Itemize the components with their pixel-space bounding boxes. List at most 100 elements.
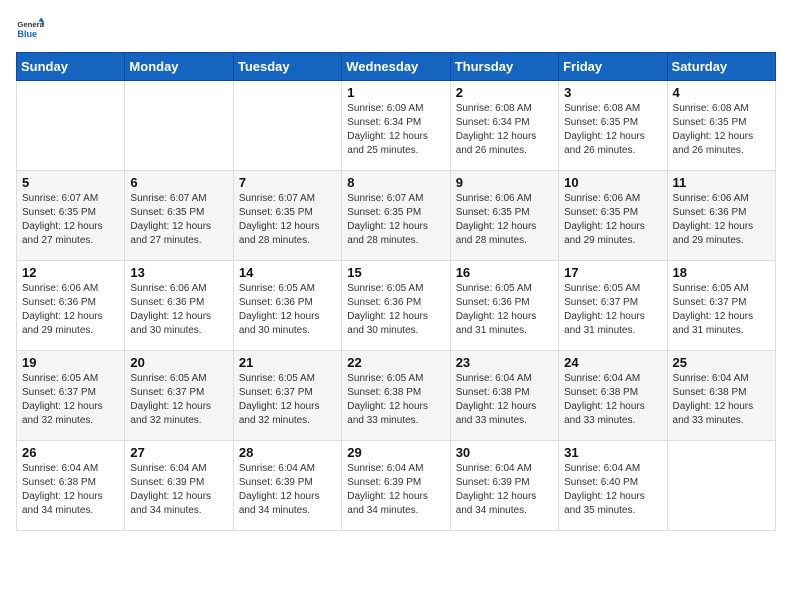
calendar-week-row: 26 Sunrise: 6:04 AM Sunset: 6:38 PM Dayli… xyxy=(17,441,776,531)
cell-content: Sunrise: 6:05 AM Sunset: 6:37 PM Dayligh… xyxy=(673,282,770,338)
weekday-header-row: SundayMondayTuesdayWednesdayThursdayFrid… xyxy=(17,53,776,81)
calendar-body: 1 Sunrise: 6:09 AM Sunset: 6:34 PM Daylig… xyxy=(17,81,776,531)
day-number: 20 xyxy=(130,355,227,370)
cell-content: Sunrise: 6:04 AM Sunset: 6:38 PM Dayligh… xyxy=(564,372,661,428)
day-number: 11 xyxy=(673,175,770,190)
day-number: 27 xyxy=(130,445,227,460)
cell-content: Sunrise: 6:05 AM Sunset: 6:38 PM Dayligh… xyxy=(347,372,444,428)
cell-content: Sunrise: 6:07 AM Sunset: 6:35 PM Dayligh… xyxy=(239,192,336,248)
cell-content: Sunrise: 6:05 AM Sunset: 6:37 PM Dayligh… xyxy=(22,372,119,428)
cell-content: Sunrise: 6:07 AM Sunset: 6:35 PM Dayligh… xyxy=(22,192,119,248)
cell-content: Sunrise: 6:06 AM Sunset: 6:36 PM Dayligh… xyxy=(673,192,770,248)
calendar-cell: 20 Sunrise: 6:05 AM Sunset: 6:37 PM Dayli… xyxy=(125,351,233,441)
calendar-cell: 18 Sunrise: 6:05 AM Sunset: 6:37 PM Dayli… xyxy=(667,261,775,351)
weekday-header-thursday: Thursday xyxy=(450,53,558,81)
calendar-cell: 14 Sunrise: 6:05 AM Sunset: 6:36 PM Dayli… xyxy=(233,261,341,351)
cell-content: Sunrise: 6:05 AM Sunset: 6:36 PM Dayligh… xyxy=(456,282,553,338)
weekday-header-tuesday: Tuesday xyxy=(233,53,341,81)
cell-content: Sunrise: 6:08 AM Sunset: 6:35 PM Dayligh… xyxy=(673,102,770,158)
calendar-cell: 12 Sunrise: 6:06 AM Sunset: 6:36 PM Dayli… xyxy=(17,261,125,351)
day-number: 2 xyxy=(456,85,553,100)
day-number: 24 xyxy=(564,355,661,370)
cell-content: Sunrise: 6:06 AM Sunset: 6:36 PM Dayligh… xyxy=(130,282,227,338)
day-number: 6 xyxy=(130,175,227,190)
cell-content: Sunrise: 6:04 AM Sunset: 6:40 PM Dayligh… xyxy=(564,462,661,518)
calendar-cell: 28Sunrise: 6:04 AM Sunset: 6:39 PM Dayli… xyxy=(233,441,341,531)
cell-content: Sunrise: 6:09 AM Sunset: 6:34 PM Dayligh… xyxy=(347,102,444,158)
day-number: 26 xyxy=(22,445,119,460)
cell-content: Sunrise: 6:05 AM Sunset: 6:37 PM Dayligh… xyxy=(239,372,336,428)
cell-content: Sunrise: 6:04 AM Sunset: 6:39 PM Dayligh… xyxy=(456,462,553,518)
weekday-header-sunday: Sunday xyxy=(17,53,125,81)
calendar-cell: 21 Sunrise: 6:05 AM Sunset: 6:37 PM Dayli… xyxy=(233,351,341,441)
cell-content: Sunrise: 6:06 AM Sunset: 6:35 PM Dayligh… xyxy=(564,192,661,248)
cell-content: Sunrise: 6:04 AM Sunset: 6:38 PM Dayligh… xyxy=(456,372,553,428)
calendar-cell: 26 Sunrise: 6:04 AM Sunset: 6:38 PM Dayli… xyxy=(17,441,125,531)
day-number: 7 xyxy=(239,175,336,190)
calendar-cell: 8Sunrise: 6:07 AM Sunset: 6:35 PM Daylig… xyxy=(342,171,450,261)
day-number: 23 xyxy=(456,355,553,370)
calendar-cell: 25 Sunrise: 6:04 AM Sunset: 6:38 PM Dayli… xyxy=(667,351,775,441)
day-number: 3 xyxy=(564,85,661,100)
calendar-cell: 23 Sunrise: 6:04 AM Sunset: 6:38 PM Dayli… xyxy=(450,351,558,441)
day-number: 17 xyxy=(564,265,661,280)
calendar-cell: 24 Sunrise: 6:04 AM Sunset: 6:38 PM Dayli… xyxy=(559,351,667,441)
weekday-header-friday: Friday xyxy=(559,53,667,81)
logo: General Blue xyxy=(16,16,44,44)
cell-content: Sunrise: 6:04 AM Sunset: 6:38 PM Dayligh… xyxy=(673,372,770,428)
calendar-table: SundayMondayTuesdayWednesdayThursdayFrid… xyxy=(16,52,776,531)
calendar-cell: 2 Sunrise: 6:08 AM Sunset: 6:34 PM Daylig… xyxy=(450,81,558,171)
calendar-cell xyxy=(17,81,125,171)
calendar-cell xyxy=(667,441,775,531)
day-number: 22 xyxy=(347,355,444,370)
calendar-cell: 10Sunrise: 6:06 AM Sunset: 6:35 PM Dayli… xyxy=(559,171,667,261)
day-number: 19 xyxy=(22,355,119,370)
calendar-cell: 4Sunrise: 6:08 AM Sunset: 6:35 PM Daylig… xyxy=(667,81,775,171)
calendar-week-row: 19 Sunrise: 6:05 AM Sunset: 6:37 PM Dayli… xyxy=(17,351,776,441)
calendar-cell: 31 Sunrise: 6:04 AM Sunset: 6:40 PM Dayli… xyxy=(559,441,667,531)
cell-content: Sunrise: 6:05 AM Sunset: 6:36 PM Dayligh… xyxy=(239,282,336,338)
day-number: 31 xyxy=(564,445,661,460)
cell-content: Sunrise: 6:05 AM Sunset: 6:37 PM Dayligh… xyxy=(130,372,227,428)
calendar-cell: 5 Sunrise: 6:07 AM Sunset: 6:35 PM Daylig… xyxy=(17,171,125,261)
calendar-cell: 17 Sunrise: 6:05 AM Sunset: 6:37 PM Dayli… xyxy=(559,261,667,351)
calendar-cell: 7 Sunrise: 6:07 AM Sunset: 6:35 PM Daylig… xyxy=(233,171,341,261)
day-number: 18 xyxy=(673,265,770,280)
cell-content: Sunrise: 6:04 AM Sunset: 6:39 PM Dayligh… xyxy=(239,462,336,518)
day-number: 1 xyxy=(347,85,444,100)
day-number: 14 xyxy=(239,265,336,280)
cell-content: Sunrise: 6:08 AM Sunset: 6:35 PM Dayligh… xyxy=(564,102,661,158)
day-number: 12 xyxy=(22,265,119,280)
calendar-cell: 1 Sunrise: 6:09 AM Sunset: 6:34 PM Daylig… xyxy=(342,81,450,171)
cell-content: Sunrise: 6:05 AM Sunset: 6:37 PM Dayligh… xyxy=(564,282,661,338)
cell-content: Sunrise: 6:06 AM Sunset: 6:36 PM Dayligh… xyxy=(22,282,119,338)
calendar-cell: 19 Sunrise: 6:05 AM Sunset: 6:37 PM Dayli… xyxy=(17,351,125,441)
day-number: 13 xyxy=(130,265,227,280)
day-number: 29 xyxy=(347,445,444,460)
calendar-cell: 9Sunrise: 6:06 AM Sunset: 6:35 PM Daylig… xyxy=(450,171,558,261)
day-number: 25 xyxy=(673,355,770,370)
calendar-cell: 30Sunrise: 6:04 AM Sunset: 6:39 PM Dayli… xyxy=(450,441,558,531)
svg-text:Blue: Blue xyxy=(17,29,37,39)
calendar-week-row: 5 Sunrise: 6:07 AM Sunset: 6:35 PM Daylig… xyxy=(17,171,776,261)
cell-content: Sunrise: 6:05 AM Sunset: 6:36 PM Dayligh… xyxy=(347,282,444,338)
calendar-cell: 3 Sunrise: 6:08 AM Sunset: 6:35 PM Daylig… xyxy=(559,81,667,171)
cell-content: Sunrise: 6:04 AM Sunset: 6:38 PM Dayligh… xyxy=(22,462,119,518)
cell-content: Sunrise: 6:08 AM Sunset: 6:34 PM Dayligh… xyxy=(456,102,553,158)
calendar-cell xyxy=(233,81,341,171)
calendar-cell: 11 Sunrise: 6:06 AM Sunset: 6:36 PM Dayli… xyxy=(667,171,775,261)
calendar-cell: 29Sunrise: 6:04 AM Sunset: 6:39 PM Dayli… xyxy=(342,441,450,531)
calendar-cell: 16 Sunrise: 6:05 AM Sunset: 6:36 PM Dayli… xyxy=(450,261,558,351)
calendar-cell: 22 Sunrise: 6:05 AM Sunset: 6:38 PM Dayli… xyxy=(342,351,450,441)
day-number: 16 xyxy=(456,265,553,280)
calendar-cell xyxy=(125,81,233,171)
logo-icon: General Blue xyxy=(16,16,44,44)
day-number: 5 xyxy=(22,175,119,190)
day-number: 21 xyxy=(239,355,336,370)
weekday-header-monday: Monday xyxy=(125,53,233,81)
calendar-header: SundayMondayTuesdayWednesdayThursdayFrid… xyxy=(17,53,776,81)
calendar-week-row: 1 Sunrise: 6:09 AM Sunset: 6:34 PM Daylig… xyxy=(17,81,776,171)
day-number: 9 xyxy=(456,175,553,190)
cell-content: Sunrise: 6:04 AM Sunset: 6:39 PM Dayligh… xyxy=(130,462,227,518)
weekday-header-wednesday: Wednesday xyxy=(342,53,450,81)
